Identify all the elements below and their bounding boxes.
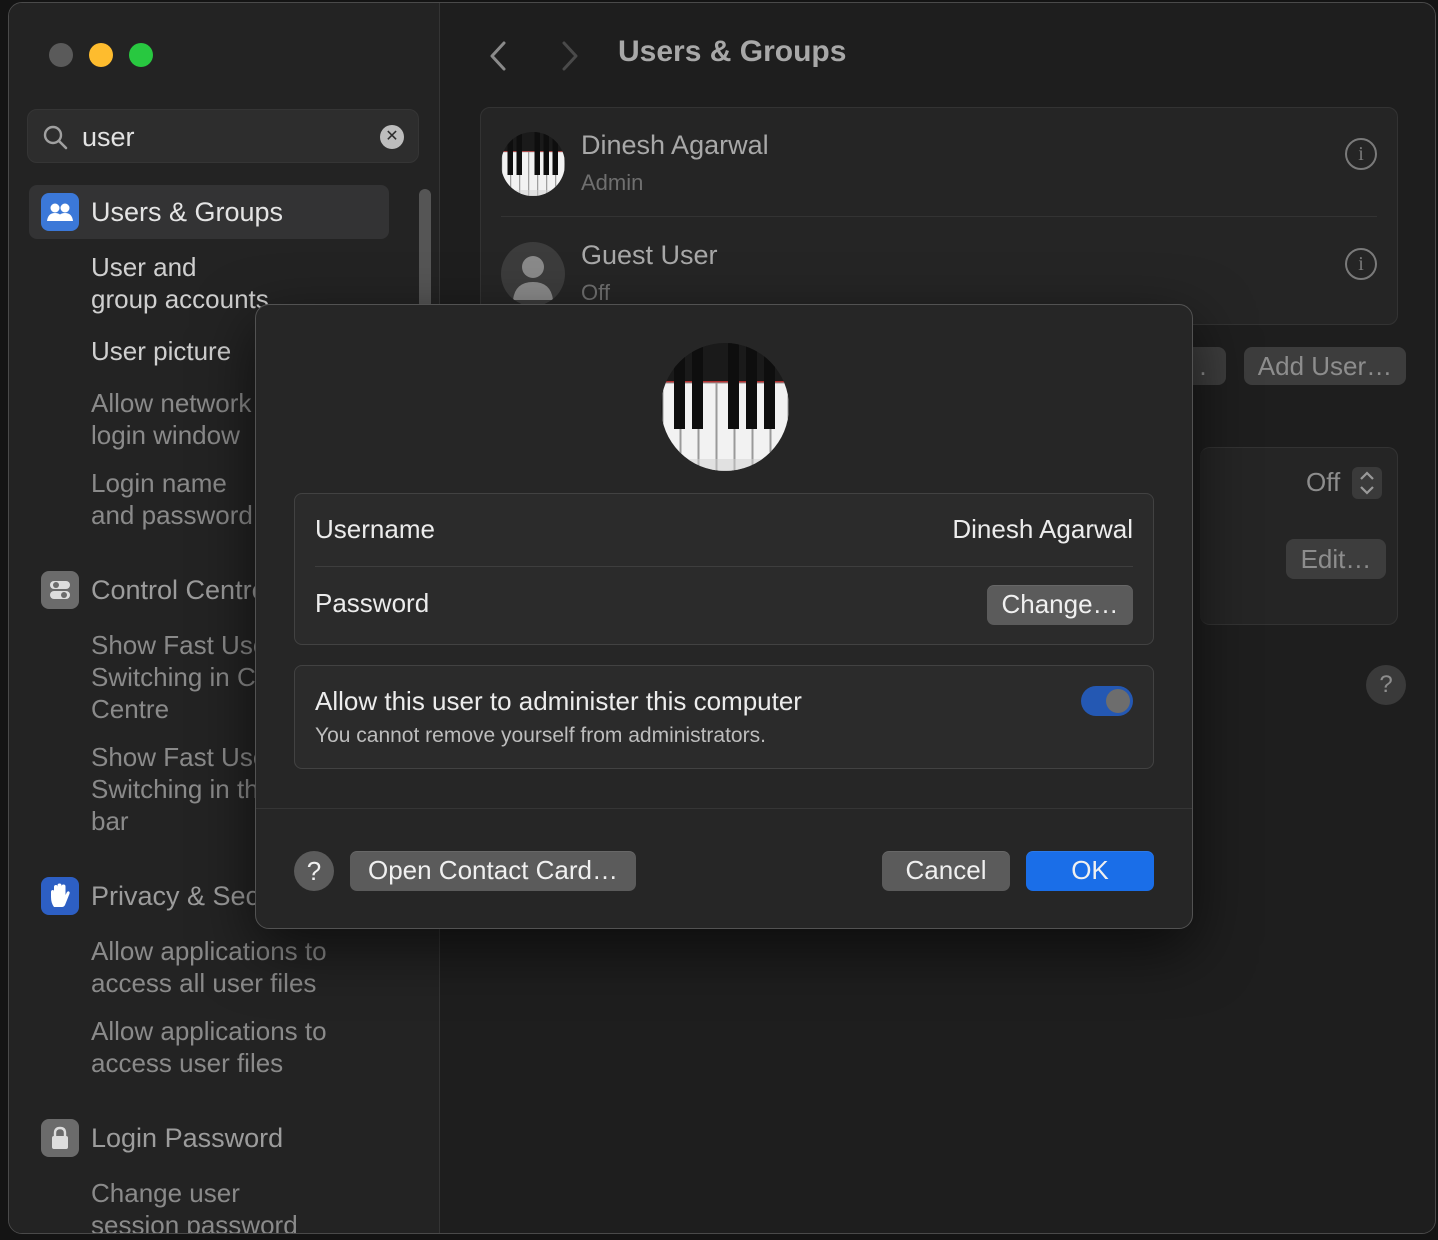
- piano-avatar: [501, 132, 565, 196]
- account-info-group: Username Dinesh Agarwal Password Change…: [294, 493, 1154, 645]
- users-list: Dinesh Agarwal Admin i Guest User Off i: [480, 107, 1398, 325]
- ok-button[interactable]: OK: [1026, 851, 1154, 891]
- user-name: Guest User: [581, 240, 718, 270]
- chevron-right-icon[interactable]: [554, 39, 584, 73]
- admin-toggle[interactable]: [1081, 686, 1133, 716]
- sidebar-item-login-password[interactable]: Login Password: [29, 1111, 389, 1165]
- edit-button[interactable]: Edit…: [1286, 539, 1386, 579]
- user-details-sheet: Username Dinesh Agarwal Password Change……: [255, 304, 1193, 929]
- minimize-window-button[interactable]: [89, 43, 113, 67]
- search-input[interactable]: [80, 118, 374, 156]
- cancel-button[interactable]: Cancel: [882, 851, 1010, 891]
- open-contact-card-button[interactable]: Open Contact Card…: [350, 851, 636, 891]
- guest-avatar: [501, 242, 565, 306]
- search-icon: [43, 125, 68, 150]
- sidebar-item-label: Users & Groups: [91, 196, 284, 227]
- footer-divider: [256, 808, 1192, 809]
- help-button[interactable]: ?: [294, 851, 334, 891]
- admin-title: Allow this user to administer this compu…: [315, 686, 802, 716]
- sidebar-item-label: Control Centre: [91, 574, 267, 605]
- user-role: Off: [581, 280, 610, 305]
- piano-avatar[interactable]: [661, 343, 789, 471]
- sidebar-result-access-all-user-files[interactable]: Allow applications to access all user fi…: [91, 935, 411, 999]
- username-label: Username: [315, 514, 435, 544]
- zoom-window-button[interactable]: [129, 43, 153, 67]
- divider: [315, 566, 1133, 567]
- username-value: Dinesh Agarwal: [952, 514, 1133, 544]
- user-name: Dinesh Agarwal: [581, 130, 769, 160]
- chevron-left-icon[interactable]: [484, 39, 514, 73]
- admin-subtitle: You cannot remove yourself from administ…: [315, 724, 766, 747]
- change-password-button[interactable]: Change…: [987, 585, 1133, 625]
- auto-login-value[interactable]: Off: [1306, 467, 1340, 498]
- info-icon[interactable]: i: [1345, 248, 1377, 280]
- window-controls: [49, 43, 153, 67]
- hand-icon: [41, 877, 79, 915]
- search-field[interactable]: ✕: [27, 109, 419, 163]
- popup-stepper-icon[interactable]: [1352, 467, 1382, 499]
- help-button[interactable]: ?: [1366, 665, 1406, 705]
- control-centre-icon: [41, 571, 79, 609]
- close-window-button[interactable]: [49, 43, 73, 67]
- sidebar-result-access-user-files[interactable]: Allow applications to access user files: [91, 1015, 411, 1079]
- sidebar-item-users-groups[interactable]: Users & Groups: [29, 185, 389, 239]
- password-label: Password: [315, 588, 430, 618]
- add-user-button[interactable]: Add User…: [1244, 347, 1406, 385]
- user-row[interactable]: Dinesh Agarwal Admin i: [501, 116, 1377, 217]
- sidebar-item-label: Login Password: [91, 1122, 284, 1153]
- users-groups-icon: [41, 193, 79, 231]
- clear-search-icon[interactable]: ✕: [380, 125, 404, 149]
- lock-icon: [41, 1119, 79, 1157]
- toggle-knob: [1106, 689, 1130, 713]
- admin-group: Allow this user to administer this compu…: [294, 665, 1154, 769]
- user-role: Admin: [581, 170, 644, 195]
- page-title: Users & Groups: [618, 35, 847, 68]
- sidebar-scrollbar[interactable]: [419, 189, 431, 309]
- info-icon[interactable]: i: [1345, 138, 1377, 170]
- sidebar-result-change-session-password[interactable]: Change user session password: [91, 1177, 411, 1233]
